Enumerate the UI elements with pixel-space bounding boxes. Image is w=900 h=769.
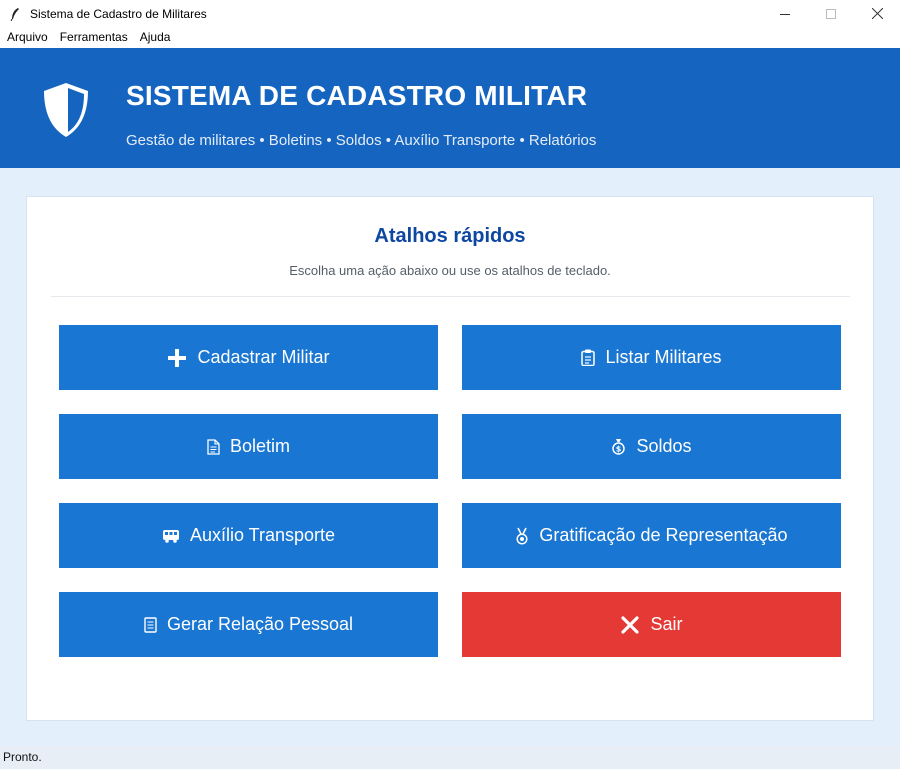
status-bar: Pronto. <box>0 746 900 769</box>
boletim-button[interactable]: Boletim <box>59 414 438 479</box>
button-label: Gratificação de Representação <box>539 525 788 545</box>
gratificacao-representacao-button[interactable]: Gratificação de Representação <box>462 503 841 568</box>
sair-button[interactable]: Sair <box>462 592 841 657</box>
close-icon <box>620 615 640 635</box>
button-label: Boletim <box>229 436 291 456</box>
gerar-relacao-pessoal-button[interactable]: Gerar Relação Pessoal <box>59 592 438 657</box>
menu-ajuda[interactable]: Ajuda <box>134 27 177 48</box>
button-label: Auxílio Transporte <box>189 525 336 545</box>
button-label: Cadastrar Militar <box>197 347 330 367</box>
medal-icon <box>515 527 529 545</box>
clipboard-icon <box>581 349 596 366</box>
report-icon <box>144 616 157 633</box>
close-window-button[interactable] <box>854 0 900 27</box>
minimize-button[interactable] <box>762 0 808 27</box>
soldos-button[interactable]: $ Soldos <box>462 414 841 479</box>
listar-militares-button[interactable]: Listar Militares <box>462 325 841 390</box>
divider <box>51 296 850 297</box>
button-label: Listar Militares <box>605 347 722 367</box>
menu-bar: Arquivo Ferramentas Ajuda <box>0 27 900 48</box>
button-label: Soldos <box>636 436 692 456</box>
bus-icon <box>162 529 180 543</box>
button-label: Sair <box>650 614 683 634</box>
card-title: Atalhos rápidos <box>374 225 526 247</box>
cadastrar-militar-button[interactable]: Cadastrar Militar <box>59 325 438 390</box>
document-icon <box>207 438 220 455</box>
svg-text:$: $ <box>616 445 622 454</box>
auxilio-transporte-button[interactable]: Auxílio Transporte <box>59 503 438 568</box>
feather-icon <box>8 7 22 21</box>
maximize-button[interactable] <box>808 0 854 27</box>
app-title: SISTEMA DE CADASTRO MILITAR <box>126 80 588 111</box>
menu-ferramentas[interactable]: Ferramentas <box>54 27 134 48</box>
card-subtitle: Escolha uma ação abaixo ou use os atalho… <box>289 263 611 278</box>
shield-icon <box>44 83 88 137</box>
plus-icon <box>167 348 187 368</box>
money-bag-icon: $ <box>611 438 626 455</box>
window-title: Sistema de Cadastro de Militares <box>30 6 207 21</box>
app-subtitle: Gestão de militares • Boletins • Soldos … <box>126 132 597 149</box>
button-label: Gerar Relação Pessoal <box>166 614 354 634</box>
title-bar: Sistema de Cadastro de Militares <box>0 0 900 27</box>
menu-arquivo[interactable]: Arquivo <box>1 27 54 48</box>
